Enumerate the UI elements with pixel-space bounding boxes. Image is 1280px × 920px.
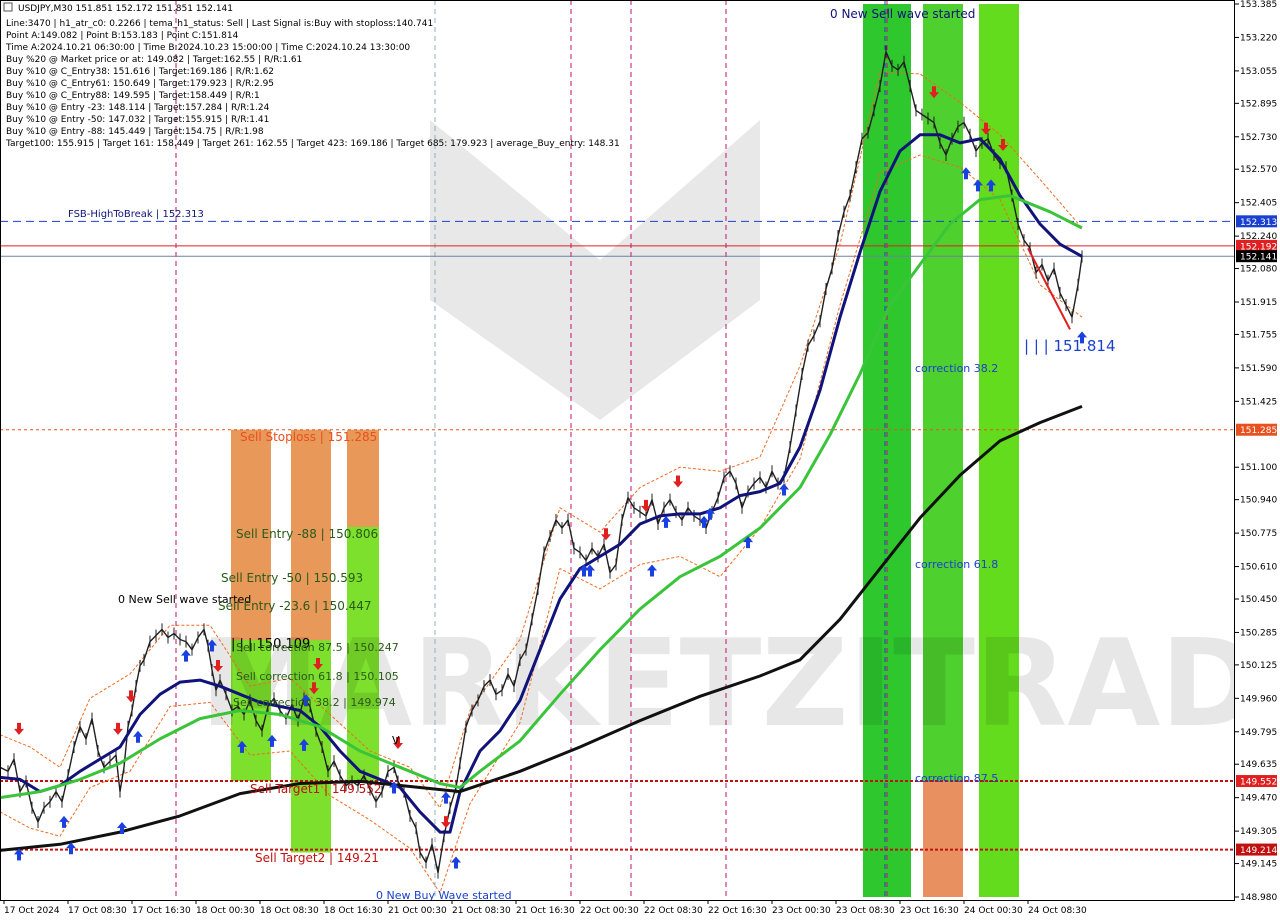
- x-tick-label: 21 Oct 16:30: [516, 906, 575, 916]
- chart-annotation: Sell Target1 | 149.552: [250, 782, 382, 796]
- time-axis: 17 Oct 2024 17 Oct 08:30 17 Oct 16:30 18 Oc…: [0, 900, 1235, 920]
- x-tick-label: 23 Oct 16:30: [900, 906, 959, 916]
- chart-annotation: Sell correction 61.8 | 150.105: [236, 670, 399, 683]
- y-tick-label: 152.895: [1240, 99, 1277, 109]
- y-tick-label: 150.285: [1240, 628, 1277, 638]
- x-tick-label: 22 Oct 08:30: [644, 906, 703, 916]
- chart-annotation: Sell Target2 | 149.21: [255, 851, 379, 865]
- zone-block: [923, 781, 963, 897]
- price-tag-label: 152.313: [1240, 218, 1277, 228]
- chart-annotation: correction 87.5: [915, 772, 998, 785]
- chart-annotation: correction 38.2: [915, 362, 998, 375]
- x-tick-label: 18 Oct 08:30: [260, 906, 319, 916]
- x-tick-label: 22 Oct 16:30: [708, 906, 767, 916]
- y-tick-label: 150.610: [1240, 563, 1277, 573]
- chart-annotation: Sell Stoploss | 151.285: [240, 430, 377, 444]
- x-tick-label: 21 Oct 08:30: [452, 906, 511, 916]
- y-tick-label: 153.220: [1240, 33, 1277, 43]
- info-line: Point A:149.082 | Point B:153.183 | Poin…: [6, 31, 239, 41]
- chart-annotation: | | | 151.814: [1024, 337, 1116, 355]
- chart-annotation: Sell correction 87.5 | 150.247: [236, 641, 399, 654]
- symbol-line: USDJPY,M30 151.851 152.172 151.851 152.1…: [18, 4, 233, 14]
- y-tick-label: 152.730: [1240, 133, 1277, 143]
- chart-annotation: 0 New Sell wave started: [830, 7, 975, 21]
- chart-annotation: Sell Entry -50 | 150.593: [221, 571, 363, 585]
- chart-annotation: Sell correction 38.2 | 149.974: [233, 696, 396, 709]
- price-axis: 153.385 153.220 153.055 152.895 152.730 152.5…: [1235, 0, 1280, 920]
- zone-block: [979, 4, 1019, 897]
- info-line: Target100: 155.915 | Target 161: 158.449…: [5, 139, 620, 149]
- y-tick-label: 151.915: [1240, 298, 1277, 308]
- info-line: Time A:2024.10.21 06:30:00 | Time B:2024…: [5, 43, 410, 53]
- info-line: Buy %10 @ Entry -88: 145.449 | Target:15…: [6, 127, 264, 137]
- y-tick-label: 149.635: [1240, 760, 1277, 770]
- info-line: Buy %10 @ C_Entry88: 149.595 | Target:15…: [6, 91, 260, 101]
- price-tag-label: 152.141: [1240, 253, 1277, 263]
- y-tick-label: 151.590: [1240, 364, 1277, 374]
- y-tick-label: 149.960: [1240, 694, 1277, 704]
- x-tick-label: 24 Oct 00:30: [964, 906, 1023, 916]
- y-tick-label: 150.940: [1240, 496, 1277, 506]
- y-tick-label: 153.385: [1240, 0, 1277, 10]
- y-tick-label: 151.100: [1240, 463, 1277, 473]
- price-tag-label: 149.214: [1240, 846, 1277, 856]
- price-tag-label: 151.285: [1240, 426, 1277, 436]
- chart-root: MARKETZITRADE 0 New Sell wave started FSB…: [0, 0, 1280, 920]
- info-line: Buy %10 @ Entry -23: 148.114 | Target:15…: [6, 103, 270, 113]
- y-tick-label: 152.570: [1240, 165, 1277, 175]
- x-tick-label: 17 Oct 16:30: [132, 906, 191, 916]
- x-tick-label: 18 Oct 00:30: [196, 906, 255, 916]
- chart-annotation: Sell Entry -23.6 | 150.447: [218, 599, 372, 613]
- y-tick-label: 149.470: [1240, 794, 1277, 804]
- y-tick-label: 149.145: [1240, 860, 1277, 870]
- chart-annotation: correction 61.8: [915, 558, 998, 571]
- y-tick-label: 149.795: [1240, 728, 1277, 738]
- x-tick-label: 17 Oct 2024: [4, 906, 60, 916]
- y-tick-label: 152.080: [1240, 265, 1277, 275]
- y-tick-label: 149.305: [1240, 827, 1277, 837]
- x-tick-label: 24 Oct 08:30: [1028, 906, 1087, 916]
- x-tick-label: 23 Oct 00:30: [772, 906, 831, 916]
- watermark-text: MARKETZITRADE: [200, 615, 1280, 754]
- y-tick-label: 148.980: [1240, 893, 1277, 903]
- y-tick-label: 153.055: [1240, 67, 1277, 77]
- info-line: Line:3470 | h1_atr_c0: 0.2266 | tema_h1_…: [6, 19, 433, 29]
- y-tick-label: 151.425: [1240, 397, 1277, 407]
- chart-annotation: V: [392, 734, 400, 747]
- x-tick-label: 22 Oct 00:30: [580, 906, 639, 916]
- x-tick-label: 23 Oct 08:30: [836, 906, 895, 916]
- info-line: Buy %10 @ C_Entry61: 150.649 | Target:17…: [6, 79, 274, 89]
- info-line: Buy %20 @ Market price or at: 149.082 | …: [6, 55, 302, 65]
- y-tick-label: 151.755: [1240, 330, 1277, 340]
- y-tick-label: 150.450: [1240, 595, 1277, 605]
- chart-annotation: FSB-HighToBreak | 152.313: [68, 209, 204, 220]
- price-chart[interactable]: MARKETZITRADE 0 New Sell wave started FSB…: [0, 0, 1280, 920]
- chart-annotation: Sell Entry -88 | 150.806: [236, 527, 378, 541]
- info-line: Buy %10 @ C_Entry38: 151.616 | Target:16…: [6, 67, 274, 77]
- info-line: Buy %10 @ Entry -50: 147.032 | Target:15…: [6, 115, 269, 125]
- price-tag-label: 149.552: [1240, 778, 1277, 788]
- x-tick-label: 21 Oct 00:30: [388, 906, 447, 916]
- y-tick-label: 150.125: [1240, 661, 1277, 671]
- y-tick-label: 150.775: [1240, 529, 1277, 539]
- y-tick-label: 152.405: [1240, 199, 1277, 209]
- zone-block: [923, 4, 963, 897]
- x-tick-label: 17 Oct 08:30: [68, 906, 127, 916]
- x-tick-label: 18 Oct 16:30: [324, 906, 383, 916]
